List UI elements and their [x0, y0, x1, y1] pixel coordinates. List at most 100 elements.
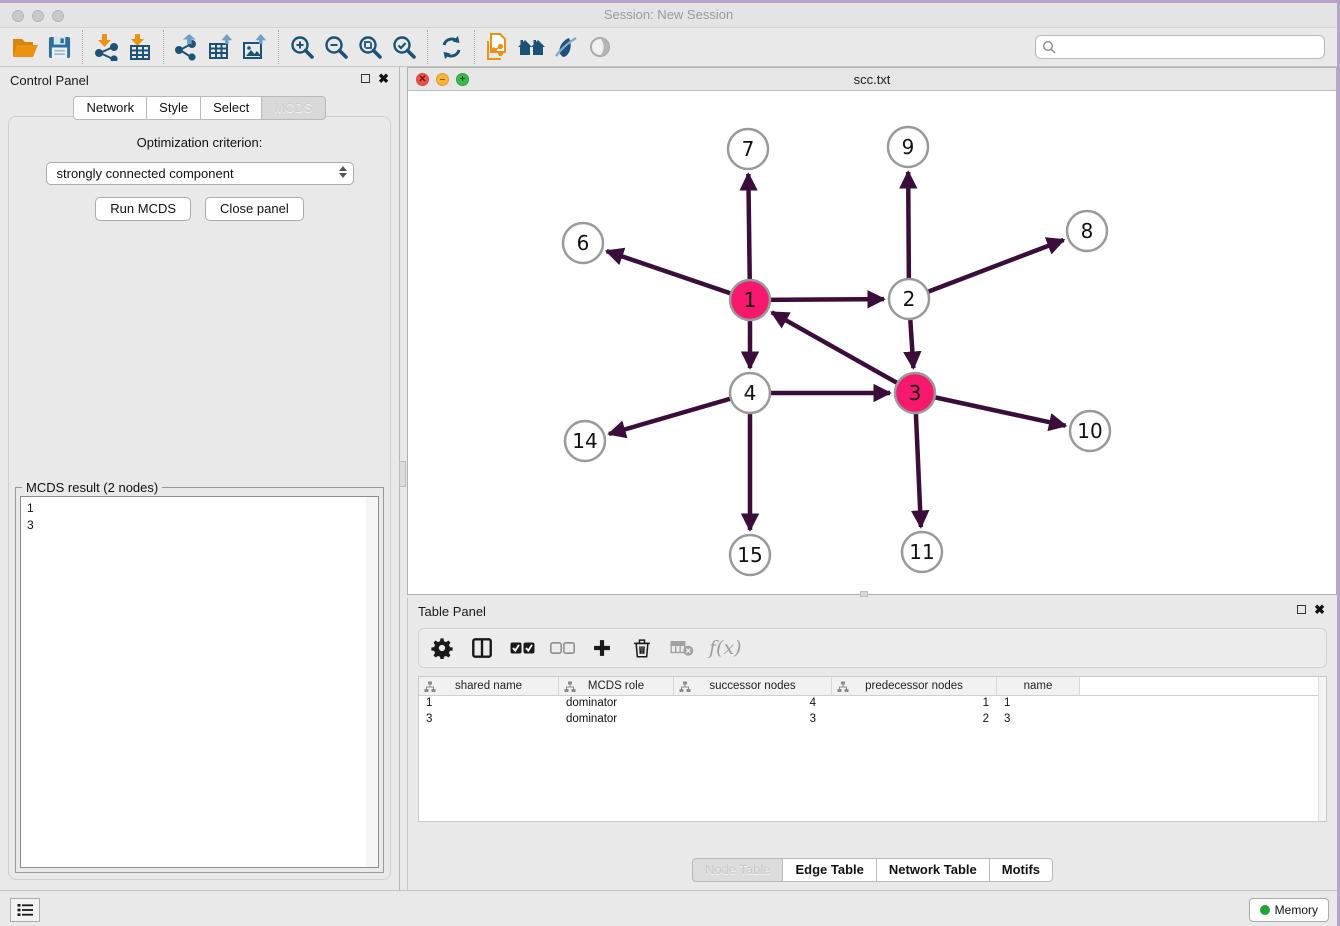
float-table-panel-icon[interactable] [1297, 605, 1306, 614]
table-cell[interactable]: dominator [559, 712, 674, 728]
horizontal-splitter-handle[interactable] [860, 591, 868, 597]
graph-node-label: 8 [1081, 219, 1094, 243]
export-image-icon[interactable] [238, 32, 272, 62]
refresh-icon[interactable] [434, 32, 468, 62]
close-panel-button[interactable]: Close panel [205, 197, 304, 221]
toolbar-separator [163, 30, 164, 64]
table-header-row: shared nameMCDS rolesuccessor nodesprede… [419, 677, 1326, 696]
mcds-result-text[interactable]: 1 3 [20, 496, 379, 868]
network-graph[interactable]: 7968124314101511 [408, 91, 1336, 594]
show-hide-icon[interactable] [583, 32, 617, 62]
toolbar-separator [82, 30, 83, 64]
graph-node-label: 14 [572, 429, 597, 453]
result-scrollbar[interactable] [366, 497, 378, 867]
export-network-icon[interactable] [170, 32, 204, 62]
table-cell[interactable]: 1 [419, 696, 559, 712]
zoom-selected-icon[interactable] [387, 32, 421, 62]
tab-network-table[interactable]: Network Table [876, 858, 989, 882]
import-network-icon[interactable] [89, 32, 123, 62]
toolbar-separator [474, 30, 475, 64]
graph-node-label: 7 [742, 137, 755, 161]
zoom-out-icon[interactable] [319, 32, 353, 62]
column-header-shared-name[interactable]: shared name [419, 677, 559, 695]
run-mcds-button[interactable]: Run MCDS [95, 197, 191, 221]
search-box[interactable] [1035, 35, 1325, 59]
tab-network[interactable]: Network [73, 96, 146, 120]
graph-edge-4-14[interactable] [609, 393, 750, 434]
tab-motifs[interactable]: Motifs [989, 858, 1053, 882]
table-cell[interactable]: 2 [832, 712, 997, 728]
task-history-button[interactable] [10, 898, 40, 922]
delete-table-icon[interactable] [669, 635, 695, 661]
zoom-in-icon[interactable] [285, 32, 319, 62]
graph-node-label: 1 [744, 288, 757, 312]
table-cell[interactable]: dominator [559, 696, 674, 712]
graph-node-label: 3 [909, 381, 922, 405]
graph-node-label: 9 [902, 135, 915, 159]
optimization-criterion-label: Optimization criterion: [9, 135, 390, 150]
search-input[interactable] [1060, 40, 1318, 54]
close-table-panel-icon[interactable]: ✖ [1314, 604, 1325, 615]
column-header-MCDS-role[interactable]: MCDS role [559, 677, 674, 695]
mcds-result-title: MCDS result (2 nodes) [22, 480, 162, 495]
graph-edge-2-8[interactable] [909, 240, 1064, 299]
table-panel-title: Table Panel [418, 604, 486, 619]
tab-node-table[interactable]: Node Table [692, 858, 783, 882]
export-table-icon[interactable] [204, 32, 238, 62]
control-panel-title: Control Panel [10, 73, 89, 88]
table-cell[interactable]: 4 [674, 696, 832, 712]
vertical-splitter-handle[interactable] [399, 461, 406, 487]
memory-status-icon [1260, 905, 1270, 915]
column-header-successor-nodes[interactable]: successor nodes [674, 677, 832, 695]
columns-icon[interactable] [469, 635, 495, 661]
select-all-icon[interactable] [509, 635, 535, 661]
graph-node-label: 2 [903, 287, 916, 311]
table-cell[interactable]: 1 [832, 696, 997, 712]
gear-icon[interactable] [429, 635, 455, 661]
tab-mcds[interactable]: MCDS [261, 96, 325, 120]
float-panel-icon[interactable] [361, 74, 370, 83]
node-table[interactable]: shared nameMCDS rolesuccessor nodesprede… [418, 676, 1327, 822]
tab-select[interactable]: Select [200, 96, 261, 120]
add-column-icon[interactable] [589, 635, 615, 661]
mcds-panel-body: Optimization criterion: strongly connect… [8, 116, 391, 880]
network-canvas[interactable]: 7968124314101511 [408, 91, 1336, 594]
mcds-result-box: MCDS result (2 nodes) 1 3 [15, 487, 384, 873]
home-icon[interactable] [515, 32, 549, 62]
close-panel-icon[interactable]: ✖ [378, 73, 389, 84]
open-file-icon[interactable] [8, 32, 42, 62]
network-window-titlebar[interactable]: ✕ – + scc.txt [408, 68, 1336, 91]
table-row[interactable]: 1dominator411 [419, 696, 1326, 712]
control-panel: Control Panel ✖ Network Style Select MCD… [0, 67, 400, 890]
graph-node-label: 15 [737, 543, 762, 567]
graph-edge-3-10[interactable] [915, 393, 1066, 426]
fx-label: f(x) [709, 637, 742, 659]
title-bar: Session: New Session [0, 3, 1337, 28]
search-icon [1042, 40, 1056, 54]
table-cell[interactable]: 3 [419, 712, 559, 728]
memory-button[interactable]: Memory [1249, 898, 1329, 922]
table-panel: Table Panel ✖ [407, 598, 1337, 890]
import-table-icon[interactable] [123, 32, 157, 62]
optimization-criterion-select[interactable]: strongly connected component [46, 162, 354, 185]
unselect-all-icon[interactable] [549, 635, 575, 661]
column-header-predecessor-nodes[interactable]: predecessor nodes [832, 677, 997, 695]
column-header-name[interactable]: name [997, 677, 1080, 695]
table-scrollbar[interactable] [1318, 677, 1326, 821]
table-cell[interactable]: 1 [997, 696, 1080, 712]
graph-edge-1-6[interactable] [607, 251, 750, 300]
function-builder-icon[interactable]: f(x) [709, 635, 742, 661]
tab-style[interactable]: Style [146, 96, 200, 120]
table-cell[interactable]: 3 [997, 712, 1080, 728]
duplicate-network-icon[interactable] [481, 32, 515, 62]
tab-edge-table[interactable]: Edge Table [782, 858, 875, 882]
control-panel-tabs: Network Style Select MCDS [0, 96, 399, 120]
table-row[interactable]: 3dominator323 [419, 712, 1326, 728]
style-details-icon[interactable] [549, 32, 583, 62]
delete-column-icon[interactable] [629, 635, 655, 661]
zoom-fit-icon[interactable] [353, 32, 387, 62]
save-session-icon[interactable] [42, 32, 76, 62]
graph-edge-3-1[interactable] [772, 312, 915, 393]
table-cell[interactable]: 3 [674, 712, 832, 728]
main-toolbar [0, 28, 1337, 67]
